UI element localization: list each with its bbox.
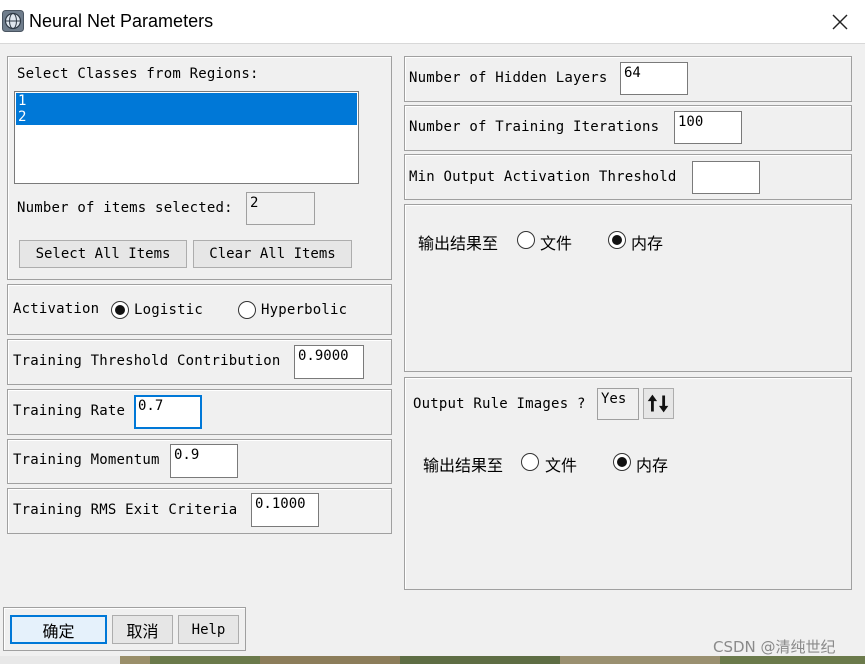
title-bar: Neural Net Parameters: [0, 0, 865, 44]
output-file-radio[interactable]: [517, 231, 535, 249]
hidden-layers-label: Number of Hidden Layers: [409, 70, 608, 86]
cancel-button[interactable]: 取消: [112, 615, 173, 644]
select-all-button[interactable]: Select All Items: [19, 240, 187, 268]
iterations-label: Number of Training Iterations: [409, 119, 660, 135]
watermark: CSDN @清纯世纪: [713, 638, 836, 656]
output-file-label: 文件: [540, 234, 573, 253]
output-memory-label: 内存: [631, 234, 664, 253]
iterations-input[interactable]: 100: [674, 111, 742, 144]
output-memory-radio[interactable]: [608, 231, 626, 249]
rule-images-label: Output Rule Images ?: [413, 396, 586, 412]
help-button[interactable]: Help: [178, 615, 239, 644]
rate-label: Training Rate: [13, 403, 126, 419]
rule-memory-label: 内存: [636, 456, 669, 475]
rule-file-label: 文件: [545, 456, 578, 475]
window-title: Neural Net Parameters: [29, 11, 214, 31]
class-listbox[interactable]: 1 2: [14, 91, 359, 184]
rule-file-radio[interactable]: [521, 453, 539, 471]
close-icon[interactable]: [825, 8, 855, 36]
selected-count-field: 2: [246, 192, 315, 225]
output-dest-label: 输出结果至: [418, 234, 499, 253]
momentum-input[interactable]: 0.9: [170, 444, 238, 478]
class-selection-label: Select Classes from Regions:: [17, 66, 259, 82]
ok-button[interactable]: 确定: [10, 615, 107, 644]
list-item[interactable]: 2: [16, 109, 357, 125]
hidden-layers-input[interactable]: 64: [620, 62, 688, 95]
list-item[interactable]: 1: [16, 93, 357, 109]
rms-label: Training RMS Exit Criteria: [13, 502, 238, 518]
background-strip: [0, 656, 865, 664]
min-activation-input[interactable]: [692, 161, 760, 194]
logistic-radio[interactable]: [111, 301, 129, 319]
activation-label: Activation: [13, 301, 100, 317]
rule-dest-label: 输出结果至: [423, 456, 504, 475]
envi-globe-icon: [2, 10, 24, 32]
rate-input[interactable]: 0.7: [134, 395, 202, 429]
logistic-label: Logistic: [134, 302, 204, 318]
min-activation-label: Min Output Activation Threshold: [409, 169, 677, 185]
rms-input[interactable]: 0.1000: [251, 493, 319, 527]
sort-arrows-icon[interactable]: [643, 388, 674, 419]
rule-memory-radio[interactable]: [613, 453, 631, 471]
threshold-input[interactable]: 0.9000: [294, 345, 364, 379]
clear-all-button[interactable]: Clear All Items: [193, 240, 352, 268]
hyperbolic-label: Hyperbolic: [261, 302, 348, 318]
hyperbolic-radio[interactable]: [238, 301, 256, 319]
momentum-label: Training Momentum: [13, 452, 160, 468]
rule-images-value: Yes: [597, 388, 639, 420]
threshold-label: Training Threshold Contribution: [13, 353, 281, 369]
selected-count-label: Number of items selected:: [17, 200, 233, 216]
